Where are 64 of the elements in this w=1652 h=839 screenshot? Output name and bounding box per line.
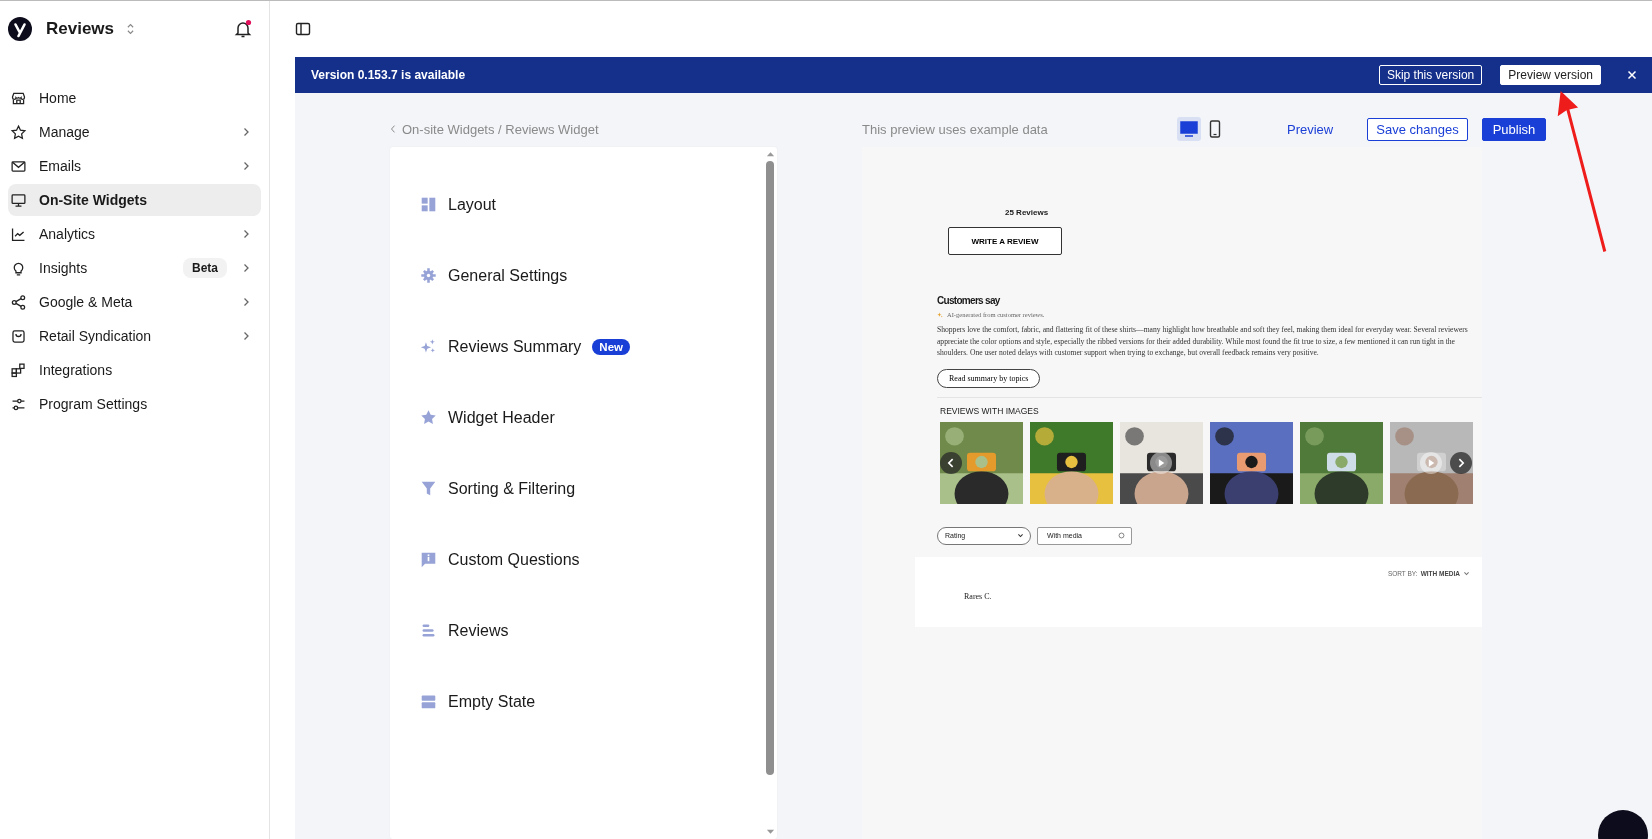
play-icon[interactable] [1150, 451, 1172, 474]
carousel-next-button[interactable] [1450, 451, 1472, 474]
settings-menu-item[interactable]: Layout [390, 169, 750, 240]
nav-item[interactable]: On-Site Widgets [8, 184, 261, 216]
nav-icon [10, 191, 27, 209]
nav-item[interactable]: Integrations [8, 354, 261, 386]
circle-icon [1118, 532, 1125, 539]
publish-button[interactable]: Publish [1481, 117, 1547, 141]
reviewer-name: Rares C. [964, 591, 993, 601]
logo-icon [8, 17, 32, 41]
beta-badge: Beta [183, 258, 227, 278]
menu-icon [420, 480, 437, 497]
menu-icon [420, 338, 437, 355]
nav-icon [10, 361, 27, 379]
preview-link[interactable]: Preview [1287, 121, 1334, 137]
sidebar-toggle-icon[interactable] [295, 21, 311, 37]
preview-note: This preview uses example data [862, 121, 1049, 137]
nav-icon [10, 327, 27, 345]
settings-menu-item[interactable]: Reviews Summary New [390, 311, 750, 382]
sparkle-icon [937, 311, 943, 318]
carousel-prev-button[interactable] [940, 451, 962, 474]
settings-menu-item[interactable]: Custom Questions [390, 524, 750, 595]
nav-item[interactable]: Home [8, 82, 261, 114]
settings-menu-item[interactable]: General Settings [390, 240, 750, 311]
nav-item[interactable]: Insights Beta [8, 252, 261, 284]
app-name[interactable]: Reviews [46, 19, 115, 39]
menu-icon [420, 622, 437, 639]
settings-menu-item[interactable]: Empty State [390, 666, 750, 737]
review-count: 25 Reviews [1005, 208, 1049, 217]
settings-menu-item[interactable]: Widget Header [390, 382, 750, 453]
menu-icon [420, 409, 437, 426]
scrollbar[interactable] [765, 151, 775, 835]
nav-icon [10, 293, 27, 311]
banner-button[interactable]: Preview version [1500, 65, 1601, 85]
nav-icon [10, 123, 27, 141]
banner-button[interactable]: Skip this version [1378, 65, 1483, 85]
settings-menu-item[interactable]: Reviews [390, 595, 750, 666]
nav-item[interactable]: Emails [8, 150, 261, 182]
scroll-up-arrow-icon[interactable] [765, 151, 775, 157]
media-title: REVIEWS WITH IMAGES [940, 405, 1040, 416]
summary-title: Customers say [937, 295, 1001, 306]
notification-bell-icon[interactable] [233, 19, 253, 39]
nav-item[interactable]: Manage [8, 116, 261, 148]
menu-icon [420, 693, 437, 710]
settings-menu-item[interactable]: Sorting & Filtering [390, 453, 750, 524]
caret-icon [1463, 569, 1470, 577]
desktop-view-icon[interactable] [1177, 117, 1201, 141]
topics-button[interactable]: Read summary by topics [937, 368, 1041, 388]
new-badge: New [592, 338, 630, 355]
nav-item[interactable]: Program Settings [8, 388, 261, 420]
close-icon[interactable] [1627, 70, 1637, 80]
write-review-button[interactable]: WRITE A REVIEW [948, 227, 1062, 255]
chat-launcher-icon[interactable] [1598, 810, 1648, 839]
save-changes-button[interactable]: Save changes [1367, 117, 1468, 141]
scroll-down-arrow-icon[interactable] [765, 829, 775, 835]
caret-icon [1017, 532, 1024, 539]
banner-message: Version 0.153.7 is available [311, 68, 466, 82]
menu-icon [420, 267, 437, 284]
nav-item[interactable]: Google & Meta [8, 286, 261, 318]
menu-icon [420, 551, 437, 568]
nav-item[interactable]: Analytics [8, 218, 261, 250]
nav-item[interactable]: Retail Syndication [8, 320, 261, 352]
switcher-icon[interactable] [126, 22, 136, 36]
menu-icon [420, 196, 437, 213]
